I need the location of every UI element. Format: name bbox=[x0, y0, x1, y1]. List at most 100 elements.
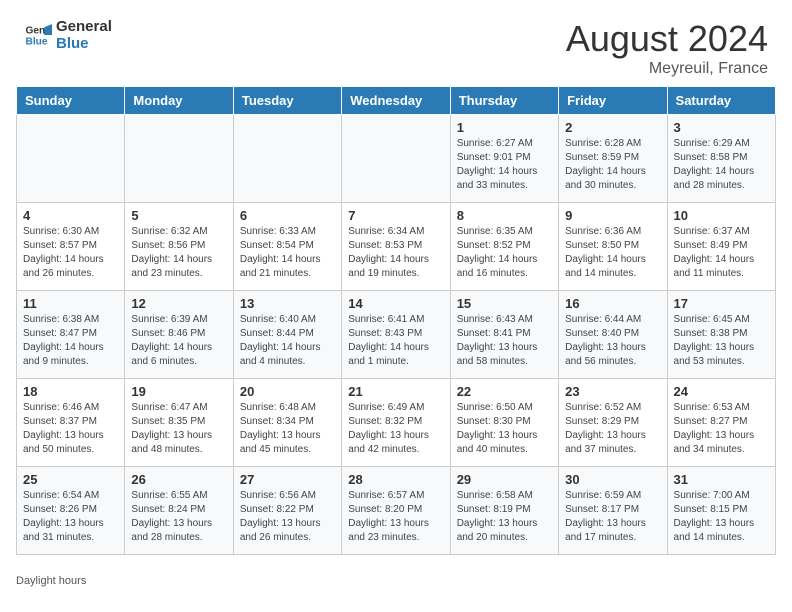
day-number: 18 bbox=[23, 384, 118, 399]
weekday-header-thursday: Thursday bbox=[450, 87, 558, 115]
calendar-cell bbox=[17, 115, 125, 203]
weekday-header-row: SundayMondayTuesdayWednesdayThursdayFrid… bbox=[17, 87, 776, 115]
day-info: Sunrise: 6:54 AM Sunset: 8:26 PM Dayligh… bbox=[23, 489, 118, 545]
calendar-cell: 18 Sunrise: 6:46 AM Sunset: 8:37 PM Dayli… bbox=[17, 379, 125, 467]
calendar-cell: 17Sunrise: 6:45 AM Sunset: 8:38 PM Dayli… bbox=[667, 291, 775, 379]
calendar-cell: 10 Sunrise: 6:37 AM Sunset: 8:49 PM Dayli… bbox=[667, 203, 775, 291]
day-info: Sunrise: 6:28 AM Sunset: 8:59 PM Dayligh… bbox=[565, 137, 660, 193]
day-number: 5 bbox=[131, 208, 226, 223]
calendar-table: SundayMondayTuesdayWednesdayThursdayFrid… bbox=[16, 86, 776, 555]
logo: General Blue General Blue bbox=[24, 18, 112, 53]
day-number: 15 bbox=[457, 296, 552, 311]
logo-text-general: General bbox=[56, 18, 112, 35]
calendar-cell bbox=[342, 115, 450, 203]
day-number: 27 bbox=[240, 472, 335, 487]
day-number: 30 bbox=[565, 472, 660, 487]
day-info: Sunrise: 6:52 AM Sunset: 8:29 PM Dayligh… bbox=[565, 401, 660, 457]
calendar-cell: 22 Sunrise: 6:50 AM Sunset: 8:30 PM Dayli… bbox=[450, 379, 558, 467]
calendar-cell bbox=[125, 115, 233, 203]
day-info: Sunrise: 6:49 AM Sunset: 8:32 PM Dayligh… bbox=[348, 401, 443, 457]
day-info: Sunrise: 6:37 AM Sunset: 8:49 PM Dayligh… bbox=[674, 225, 769, 281]
logo-text-blue: Blue bbox=[56, 35, 112, 52]
calendar-cell: 21 Sunrise: 6:49 AM Sunset: 8:32 PM Dayli… bbox=[342, 379, 450, 467]
day-info: Sunrise: 6:38 AM Sunset: 8:47 PM Dayligh… bbox=[23, 313, 118, 369]
calendar-week-5: 25 Sunrise: 6:54 AM Sunset: 8:26 PM Dayli… bbox=[17, 467, 776, 555]
location-title: Meyreuil, France bbox=[566, 60, 768, 78]
day-number: 20 bbox=[240, 384, 335, 399]
calendar-cell: 9 Sunrise: 6:36 AM Sunset: 8:50 PM Daylig… bbox=[559, 203, 667, 291]
weekday-header-sunday: Sunday bbox=[17, 87, 125, 115]
day-number: 22 bbox=[457, 384, 552, 399]
calendar-cell: 7Sunrise: 6:34 AM Sunset: 8:53 PM Daylig… bbox=[342, 203, 450, 291]
calendar-cell: 14Sunrise: 6:41 AM Sunset: 8:43 PM Dayli… bbox=[342, 291, 450, 379]
day-number: 25 bbox=[23, 472, 118, 487]
day-info: Sunrise: 6:50 AM Sunset: 8:30 PM Dayligh… bbox=[457, 401, 552, 457]
daylight-label: Daylight hours bbox=[16, 575, 86, 587]
day-number: 17 bbox=[674, 296, 769, 311]
calendar-cell: 5Sunrise: 6:32 AM Sunset: 8:56 PM Daylig… bbox=[125, 203, 233, 291]
weekday-header-tuesday: Tuesday bbox=[233, 87, 341, 115]
calendar-cell: 19Sunrise: 6:47 AM Sunset: 8:35 PM Dayli… bbox=[125, 379, 233, 467]
day-info: Sunrise: 6:55 AM Sunset: 8:24 PM Dayligh… bbox=[131, 489, 226, 545]
calendar-header: SundayMondayTuesdayWednesdayThursdayFrid… bbox=[17, 87, 776, 115]
footer: Daylight hours bbox=[0, 571, 792, 595]
weekday-header-monday: Monday bbox=[125, 87, 233, 115]
day-number: 8 bbox=[457, 208, 552, 223]
day-info: Sunrise: 6:36 AM Sunset: 8:50 PM Dayligh… bbox=[565, 225, 660, 281]
day-number: 13 bbox=[240, 296, 335, 311]
calendar-cell: 29Sunrise: 6:58 AM Sunset: 8:19 PM Dayli… bbox=[450, 467, 558, 555]
day-number: 16 bbox=[565, 296, 660, 311]
day-number: 29 bbox=[457, 472, 552, 487]
day-number: 23 bbox=[565, 384, 660, 399]
title-block: August 2024 Meyreuil, France bbox=[566, 18, 768, 78]
calendar-cell: 2 Sunrise: 6:28 AM Sunset: 8:59 PM Daylig… bbox=[559, 115, 667, 203]
day-number: 28 bbox=[348, 472, 443, 487]
calendar-cell: 6 Sunrise: 6:33 AM Sunset: 8:54 PM Daylig… bbox=[233, 203, 341, 291]
day-info: Sunrise: 6:48 AM Sunset: 8:34 PM Dayligh… bbox=[240, 401, 335, 457]
calendar-week-4: 18 Sunrise: 6:46 AM Sunset: 8:37 PM Dayli… bbox=[17, 379, 776, 467]
day-number: 6 bbox=[240, 208, 335, 223]
day-info: Sunrise: 6:56 AM Sunset: 8:22 PM Dayligh… bbox=[240, 489, 335, 545]
day-number: 4 bbox=[23, 208, 118, 223]
calendar-cell: 8 Sunrise: 6:35 AM Sunset: 8:52 PM Daylig… bbox=[450, 203, 558, 291]
calendar-week-2: 4 Sunrise: 6:30 AM Sunset: 8:57 PM Daylig… bbox=[17, 203, 776, 291]
day-info: Sunrise: 6:27 AM Sunset: 9:01 PM Dayligh… bbox=[457, 137, 552, 193]
day-number: 1 bbox=[457, 120, 552, 135]
calendar-cell: 20 Sunrise: 6:48 AM Sunset: 8:34 PM Dayli… bbox=[233, 379, 341, 467]
day-info: Sunrise: 6:29 AM Sunset: 8:58 PM Dayligh… bbox=[674, 137, 769, 193]
calendar-cell: 15 Sunrise: 6:43 AM Sunset: 8:41 PM Dayli… bbox=[450, 291, 558, 379]
day-number: 7 bbox=[348, 208, 443, 223]
day-number: 24 bbox=[674, 384, 769, 399]
day-info: Sunrise: 6:33 AM Sunset: 8:54 PM Dayligh… bbox=[240, 225, 335, 281]
day-info: Sunrise: 6:39 AM Sunset: 8:46 PM Dayligh… bbox=[131, 313, 226, 369]
day-number: 11 bbox=[23, 296, 118, 311]
calendar-cell: 31Sunrise: 7:00 AM Sunset: 8:15 PM Dayli… bbox=[667, 467, 775, 555]
day-number: 12 bbox=[131, 296, 226, 311]
calendar-week-3: 11 Sunrise: 6:38 AM Sunset: 8:47 PM Dayli… bbox=[17, 291, 776, 379]
day-number: 9 bbox=[565, 208, 660, 223]
calendar-cell: 24 Sunrise: 6:53 AM Sunset: 8:27 PM Dayli… bbox=[667, 379, 775, 467]
day-number: 26 bbox=[131, 472, 226, 487]
day-number: 3 bbox=[674, 120, 769, 135]
day-number: 31 bbox=[674, 472, 769, 487]
calendar-cell: 23 Sunrise: 6:52 AM Sunset: 8:29 PM Dayli… bbox=[559, 379, 667, 467]
calendar-cell: 26 Sunrise: 6:55 AM Sunset: 8:24 PM Dayli… bbox=[125, 467, 233, 555]
day-info: Sunrise: 6:46 AM Sunset: 8:37 PM Dayligh… bbox=[23, 401, 118, 457]
calendar-cell: 13 Sunrise: 6:40 AM Sunset: 8:44 PM Dayli… bbox=[233, 291, 341, 379]
svg-text:Blue: Blue bbox=[26, 37, 48, 48]
day-info: Sunrise: 6:59 AM Sunset: 8:17 PM Dayligh… bbox=[565, 489, 660, 545]
day-number: 19 bbox=[131, 384, 226, 399]
day-info: Sunrise: 6:35 AM Sunset: 8:52 PM Dayligh… bbox=[457, 225, 552, 281]
day-info: Sunrise: 6:43 AM Sunset: 8:41 PM Dayligh… bbox=[457, 313, 552, 369]
calendar-cell bbox=[233, 115, 341, 203]
calendar-cell: 12 Sunrise: 6:39 AM Sunset: 8:46 PM Dayli… bbox=[125, 291, 233, 379]
day-number: 2 bbox=[565, 120, 660, 135]
logo-icon: General Blue bbox=[24, 21, 52, 49]
calendar-cell: 1 Sunrise: 6:27 AM Sunset: 9:01 PM Daylig… bbox=[450, 115, 558, 203]
day-info: Sunrise: 6:40 AM Sunset: 8:44 PM Dayligh… bbox=[240, 313, 335, 369]
day-number: 21 bbox=[348, 384, 443, 399]
day-info: Sunrise: 6:53 AM Sunset: 8:27 PM Dayligh… bbox=[674, 401, 769, 457]
day-number: 10 bbox=[674, 208, 769, 223]
day-info: Sunrise: 6:30 AM Sunset: 8:57 PM Dayligh… bbox=[23, 225, 118, 281]
calendar-cell: 11 Sunrise: 6:38 AM Sunset: 8:47 PM Dayli… bbox=[17, 291, 125, 379]
